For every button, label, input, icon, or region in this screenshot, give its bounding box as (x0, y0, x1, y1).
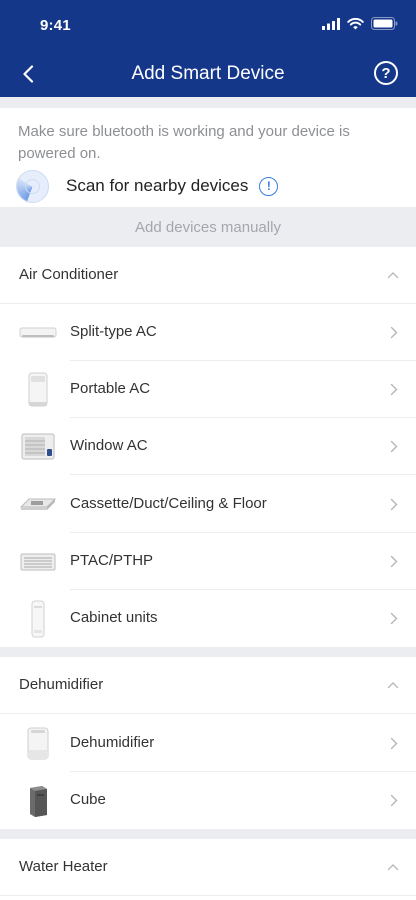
device-item-cassette-ac[interactable]: Cassette/Duct/Ceiling & Floor (0, 476, 416, 533)
device-item-cabinet-units[interactable]: Cabinet units (0, 590, 416, 647)
cabinet-unit-icon (18, 600, 58, 638)
device-label: Cube (70, 791, 106, 808)
device-label: Cassette/Duct/Ceiling & Floor (70, 495, 267, 512)
section-header-dehumidifier[interactable]: Dehumidifier (0, 657, 416, 714)
section-title: Air Conditioner (19, 266, 119, 283)
portable-ac-icon (18, 371, 58, 409)
chevron-up-icon (387, 682, 399, 689)
status-time: 9:41 (40, 17, 71, 34)
device-item-ptac-pthp[interactable]: PTAC/PTHP (0, 533, 416, 590)
chevron-right-icon (390, 326, 398, 339)
chevron-up-icon (387, 272, 399, 279)
cassette-ac-icon (18, 486, 58, 524)
chevron-right-icon (390, 612, 398, 625)
page-title: Add Smart Device (131, 63, 285, 84)
scan-button[interactable]: Scan for nearby devices ! (16, 169, 279, 203)
header-spacer (0, 97, 416, 108)
scan-label: Scan for nearby devices (66, 176, 249, 195)
chevron-right-icon (390, 440, 398, 453)
battery-icon (371, 17, 398, 30)
radar-icon (16, 169, 49, 203)
chevron-right-icon (390, 794, 398, 807)
window-ac-icon (18, 428, 58, 466)
app-header: 9:41 Add Smart Device ? (0, 0, 416, 97)
device-label: PTAC/PTHP (70, 552, 154, 569)
status-icons (322, 17, 398, 30)
chevron-right-icon (390, 737, 398, 750)
section-title: Dehumidifier (19, 676, 104, 693)
info-icon[interactable]: ! (259, 176, 279, 196)
section-spacer (0, 647, 416, 657)
chevron-right-icon (390, 383, 398, 396)
section-header-air-conditioner[interactable]: Air Conditioner (0, 247, 416, 304)
chevron-right-icon (390, 555, 398, 568)
device-item-dehumidifier[interactable]: Dehumidifier (0, 715, 416, 772)
device-label: Portable AC (70, 380, 151, 397)
help-circle-icon: ? (381, 64, 391, 82)
section-header-water-heater[interactable]: Water Heater (0, 839, 416, 896)
help-button[interactable]: ? (374, 61, 398, 85)
device-item-window-ac[interactable]: Window AC (0, 418, 416, 475)
chevron-up-icon (387, 864, 399, 871)
wifi-icon (347, 17, 364, 29)
nav-bar: Add Smart Device ? (0, 50, 416, 97)
ptac-icon (18, 543, 58, 581)
device-item-portable-ac[interactable]: Portable AC (0, 361, 416, 418)
dehumidifier-icon (18, 725, 58, 763)
device-label: Window AC (70, 437, 148, 454)
device-label: Cabinet units (70, 609, 158, 626)
signal-icon (322, 17, 340, 30)
device-label: Dehumidifier (70, 734, 155, 751)
device-item-cube[interactable]: Cube (0, 772, 416, 829)
split-ac-icon (18, 314, 58, 352)
cube-dehumidifier-icon (18, 782, 58, 820)
scan-message: Make sure bluetooth is working and your … (18, 123, 350, 162)
add-manually-header: Add devices manually (0, 207, 416, 247)
section-spacer (0, 829, 416, 839)
status-bar: 9:41 (0, 0, 416, 50)
device-label: Split-type AC (70, 323, 157, 340)
device-item-split-type-ac[interactable]: Split-type AC (0, 304, 416, 361)
section-title: Water Heater (19, 858, 108, 875)
chevron-right-icon (390, 498, 398, 511)
scan-section: Make sure bluetooth is working and your … (0, 108, 416, 207)
